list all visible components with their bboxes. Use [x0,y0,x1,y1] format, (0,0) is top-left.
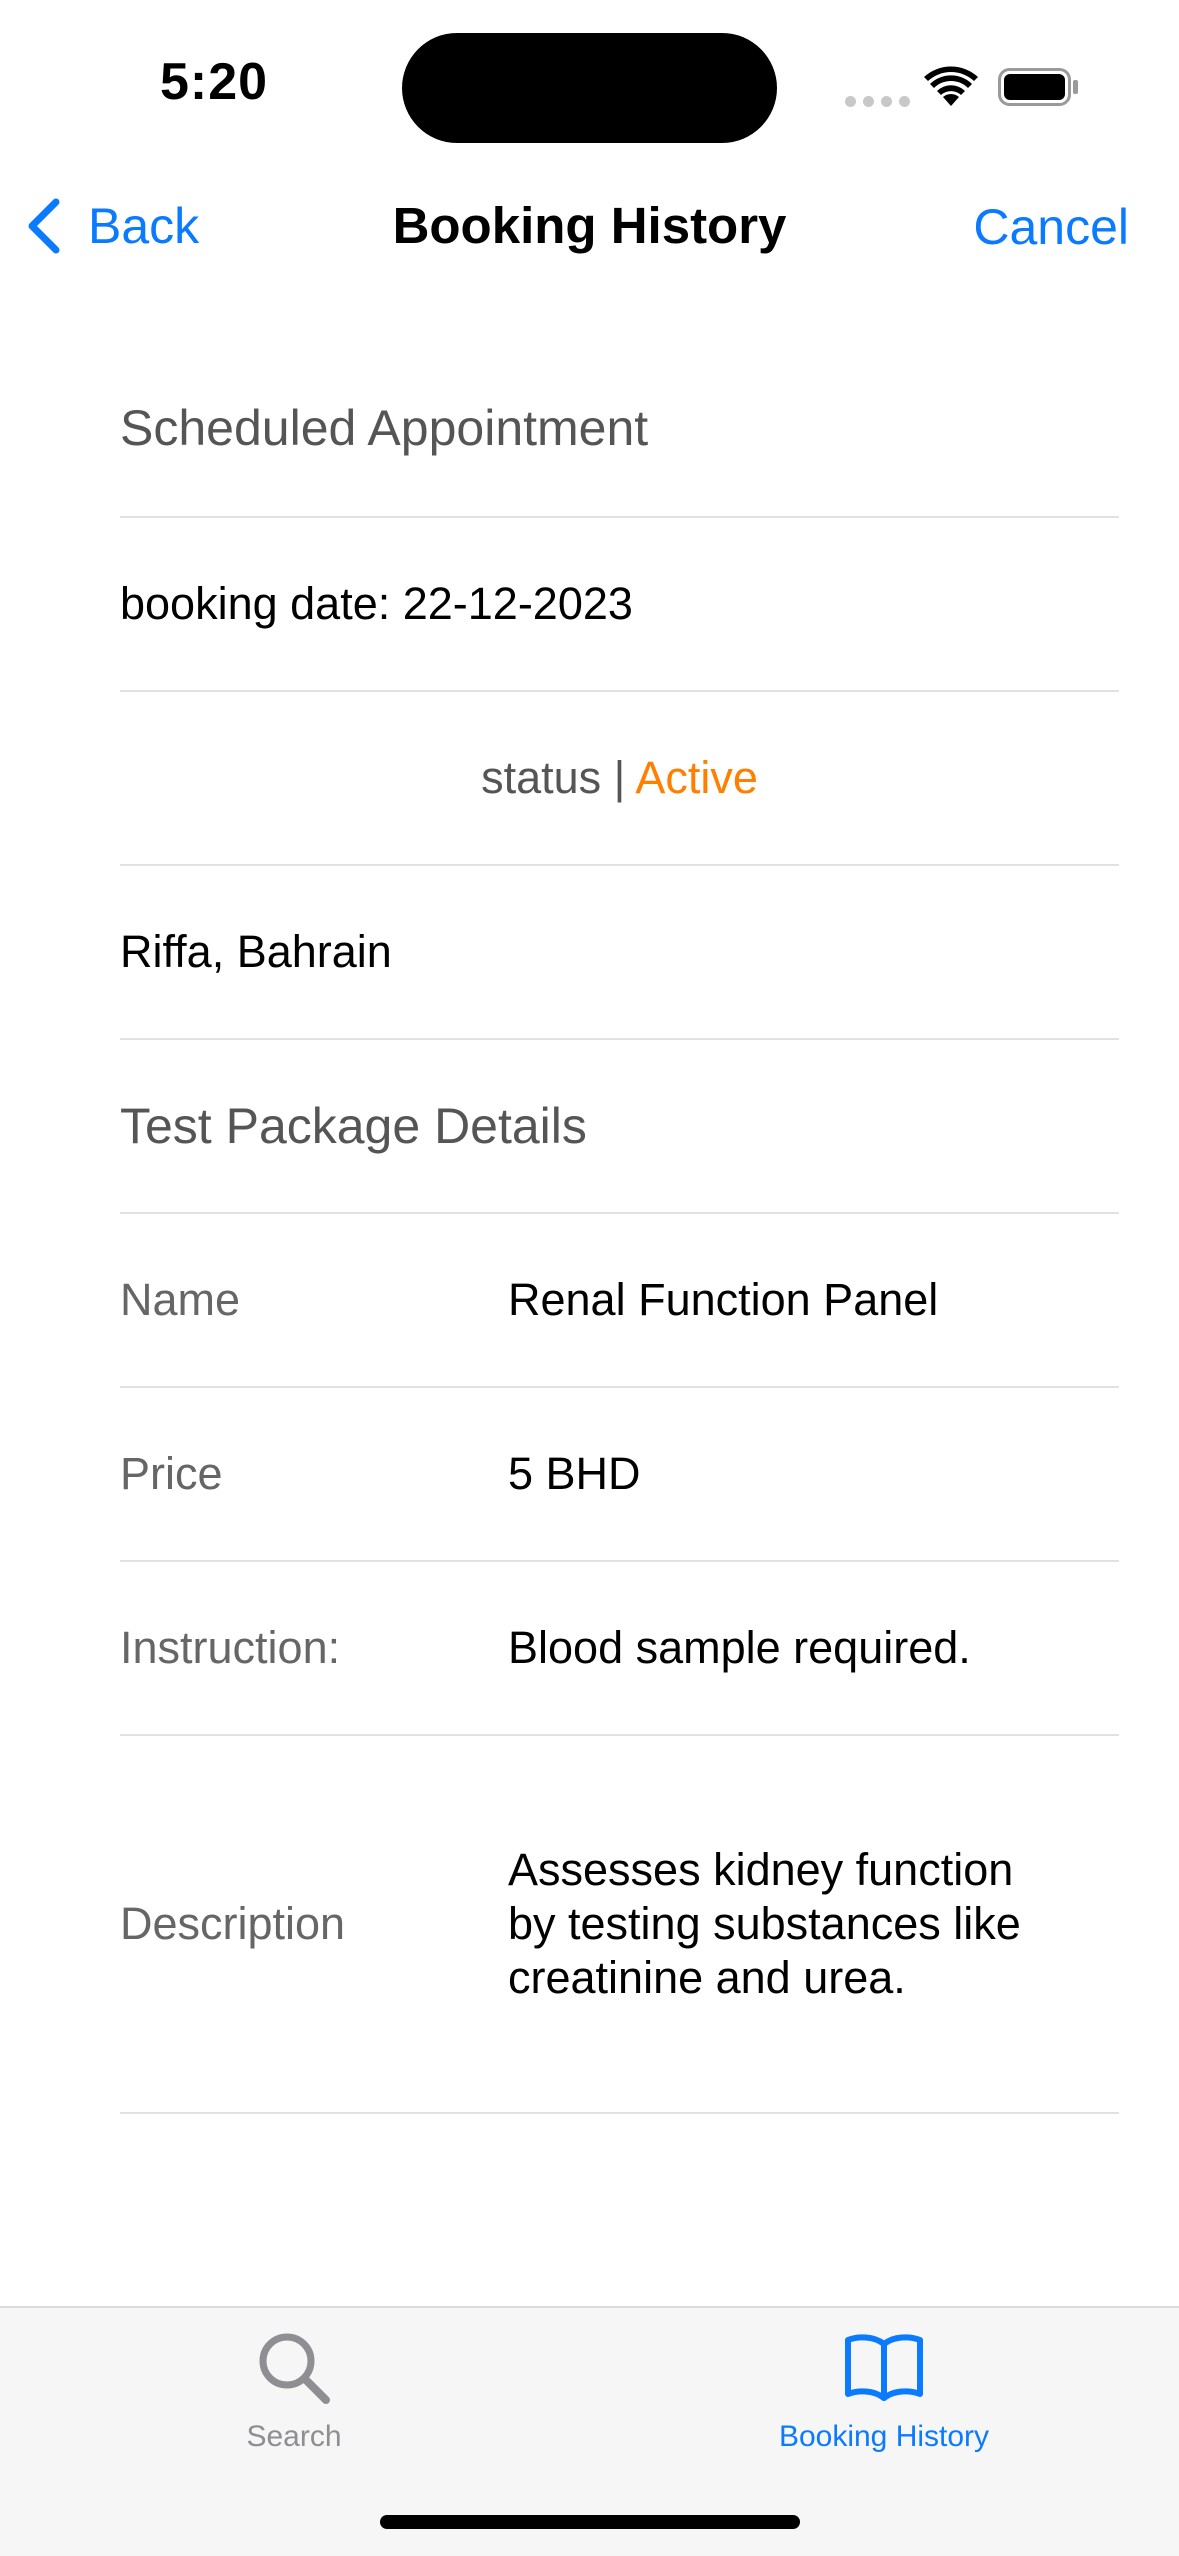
price-value: 5 BHD [508,1448,641,1499]
price-label: Price [120,1448,223,1499]
cancel-button[interactable]: Cancel [973,198,1129,256]
description-label: Description [120,1898,346,1949]
status-line: status | Active [120,752,1119,804]
name-row: Name Renal Function Panel [120,1214,1119,1388]
status-badge: Active [635,752,758,803]
name-value: Renal Function Panel [508,1274,939,1325]
magnifying-glass-icon [259,2333,330,2404]
description-value: Assesses kidney function by testing subs… [508,1844,1021,2003]
status-bar: 5:20 [0,0,1179,170]
location-row: Riffa, Bahrain [120,866,1119,1040]
section-header-appointment: Scheduled Appointment [120,340,1119,518]
tab-booking-history[interactable]: Booking History [684,2328,1084,2454]
name-label: Name [120,1274,241,1325]
price-row: Price 5 BHD [120,1388,1119,1562]
booking-details-list: Scheduled Appointment booking date: 22-1… [0,340,1179,2114]
home-indicator[interactable] [380,2515,800,2529]
cellular-signal-icon [845,96,910,107]
appointment-section-title: Scheduled Appointment [120,400,649,456]
battery-icon [998,68,1078,106]
status-row: status | Active [120,692,1119,866]
section-header-package: Test Package Details [120,1040,1119,1214]
booking-date-row: booking date: 22-12-2023 [120,518,1119,692]
wifi-icon [924,66,978,106]
tab-search-label: Search [246,2420,342,2453]
navigation-bar: Back Booking History Cancel [0,180,1179,270]
booking-history-screen: 5:20 Back Booking History Cancel Schedul… [0,0,1179,2556]
tab-booking-history-label: Booking History [778,2420,990,2453]
instruction-value: Blood sample required. [508,1622,971,1673]
instruction-row: Instruction: Blood sample required. [120,1562,1119,1736]
tab-search[interactable]: Search [94,2328,494,2454]
instruction-label: Instruction: [120,1622,341,1673]
package-section-title: Test Package Details [120,1098,587,1154]
booking-date-text: booking date: 22-12-2023 [120,578,633,629]
book-icon [845,2334,923,2401]
description-row: Description Assesses kidney function by … [120,1736,1119,2114]
status-time: 5:20 [160,53,269,111]
location-text: Riffa, Bahrain [120,926,392,977]
status-prefix: status | [481,752,636,803]
dynamic-island [402,33,777,143]
